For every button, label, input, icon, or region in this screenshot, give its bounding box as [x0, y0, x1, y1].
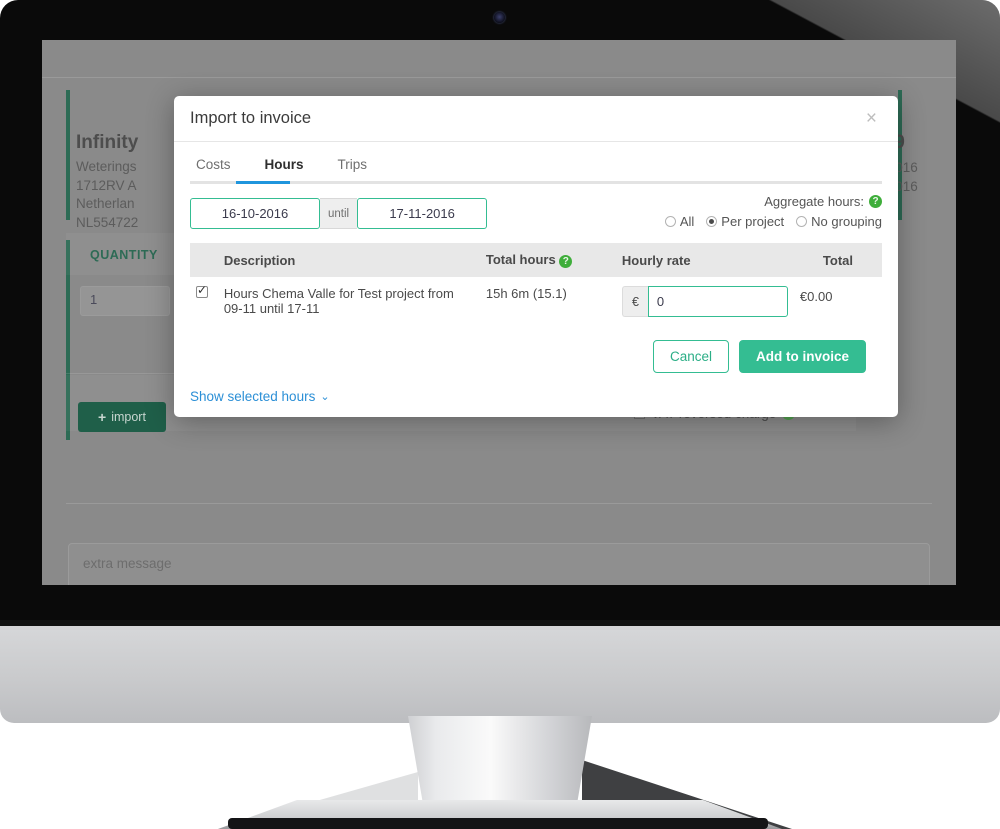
company-address-text: Weterings 1712RV A Netherlan NL554722 [76, 159, 139, 230]
show-selected-hours-link[interactable]: Show selected hours ⌄ [174, 389, 346, 420]
row-description: Hours Chema Valle for Test project from … [223, 286, 454, 316]
hourly-rate-field: € [621, 286, 788, 317]
modal-header: Import to invoice × [174, 96, 898, 142]
description-column-header: Description [217, 243, 480, 277]
add-to-invoice-button[interactable]: Add to invoice [738, 340, 866, 373]
tab-trips[interactable]: Trips [332, 156, 374, 184]
hourly-rate-column-header: Hourly rate [615, 243, 794, 277]
modal-body: until Aggregate hours: ? All [174, 184, 898, 373]
screenshot-stage: Infinity Weterings 1712RV A Netherlan NL… [0, 0, 1000, 829]
radio-label: No grouping [811, 214, 882, 229]
monitor-stand-base [228, 818, 768, 829]
accent-bar-left [66, 90, 70, 220]
company-address: Weterings 1712RV A Netherlan NL554722 [76, 158, 138, 232]
table-header-row: Description Total hours ? Hourly rate To… [190, 243, 882, 277]
extra-message-textarea[interactable]: extra message [68, 543, 930, 585]
browser-viewport: Infinity Weterings 1712RV A Netherlan NL… [42, 40, 956, 585]
select-column-header [190, 243, 218, 277]
radio-dot-icon[interactable] [706, 216, 718, 227]
plus-icon: + [98, 409, 107, 425]
modal-tabs: Costs Hours Trips [174, 142, 898, 184]
chevron-down-icon: ⌄ [320, 391, 330, 403]
row-hourly-rate-cell: € [616, 277, 794, 326]
import-button-label: import [111, 410, 146, 424]
row-total: €0.00 [799, 289, 833, 304]
company-name: Infinity [76, 132, 139, 153]
radio-label: Per project [721, 214, 785, 229]
tab-costs[interactable]: Costs [190, 156, 237, 184]
date-to-input[interactable] [357, 198, 488, 229]
hourly-rate-input[interactable] [647, 286, 788, 317]
radio-option-no-grouping[interactable]: No grouping [796, 214, 882, 229]
date-from-input[interactable] [190, 198, 320, 229]
aggregate-hours-text: Aggregate hours: [764, 194, 864, 209]
quantity-input[interactable]: 1 [80, 286, 170, 316]
cancel-button[interactable]: Cancel [652, 340, 729, 373]
radio-dot-icon[interactable] [796, 216, 808, 227]
help-icon[interactable]: ? [869, 195, 882, 208]
import-to-invoice-modal: Import to invoice × Costs Hours Trips un… [174, 96, 898, 417]
modal-title: Import to invoice [190, 109, 312, 127]
total-column-header: Total [793, 243, 882, 277]
accent-bar-right [898, 90, 902, 220]
show-selected-hours-label: Show selected hours [190, 389, 316, 404]
page-divider [42, 77, 956, 78]
quantity-column-header: QUANTITY [90, 248, 158, 262]
radio-dot-icon[interactable] [664, 216, 676, 227]
hours-table: Description Total hours ? Hourly rate To… [190, 243, 882, 326]
aggregate-hours-group: Aggregate hours: ? All Per project No gr… [664, 194, 882, 229]
radio-option-all[interactable]: All [664, 214, 695, 229]
total-hours-column-header: Total hours ? [479, 243, 616, 277]
aggregate-hours-label: Aggregate hours: ? [665, 194, 882, 209]
section-divider [66, 503, 932, 504]
row-checkbox[interactable] [196, 283, 208, 298]
date-until-label: until [320, 198, 358, 229]
import-button[interactable]: + import [78, 402, 166, 432]
close-icon[interactable]: × [860, 108, 883, 129]
row-total-hours: 15h 6m (15.1) [485, 286, 567, 301]
hours-table-head: Description Total hours ? Hourly rate To… [190, 243, 882, 277]
aggregate-radio-list: All Per project No grouping [664, 214, 882, 229]
table-row: Hours Chema Valle for Test project from … [190, 277, 882, 326]
webcam-icon [494, 12, 505, 23]
tab-hours[interactable]: Hours [259, 156, 310, 184]
row-select-cell[interactable] [190, 277, 218, 326]
total-hours-header-text: Total hours [485, 252, 556, 267]
hours-table-body: Hours Chema Valle for Test project from … [190, 277, 882, 326]
modal-actions: Cancel Add to invoice [190, 340, 882, 373]
help-icon[interactable]: ? [559, 255, 573, 268]
currency-prefix: € [621, 286, 648, 317]
radio-option-per-project[interactable]: Per project [706, 214, 784, 229]
radio-label: All [679, 214, 695, 229]
monitor-chin [0, 626, 1000, 723]
